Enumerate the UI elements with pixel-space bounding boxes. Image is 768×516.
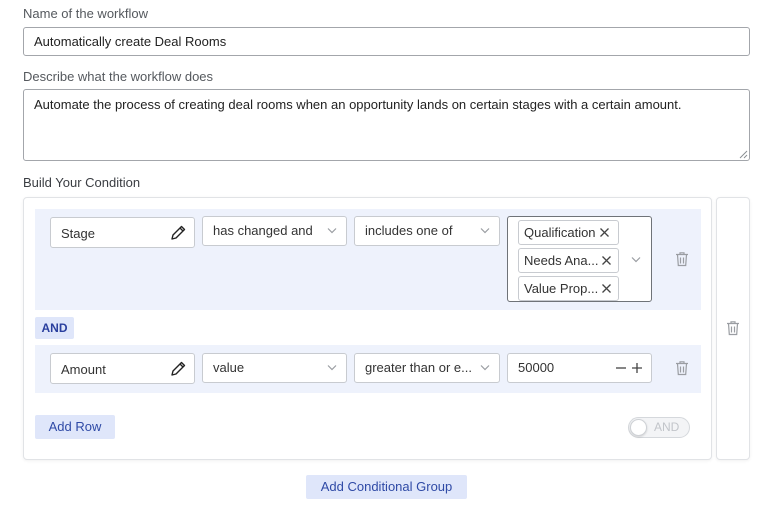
operator-select[interactable]: includes one of xyxy=(354,216,500,246)
value-tag: Value Prop... xyxy=(518,276,619,301)
add-conditional-group-button[interactable]: Add Conditional Group xyxy=(306,475,467,499)
add-row-button[interactable]: Add Row xyxy=(35,415,115,439)
chevron-down-icon xyxy=(327,365,337,371)
plus-icon[interactable] xyxy=(631,362,643,374)
toggle-label: AND xyxy=(654,420,680,434)
operator-value: includes one of xyxy=(365,223,453,238)
pencil-icon[interactable] xyxy=(170,361,186,377)
operator-value: greater than or e... xyxy=(365,360,472,375)
chevron-down-icon xyxy=(480,365,490,371)
delete-group-icon[interactable] xyxy=(726,320,740,336)
resize-handle-icon[interactable] xyxy=(739,150,748,159)
workflow-description-input[interactable]: Automate the process of creating deal ro… xyxy=(23,89,750,161)
condition-heading: Build Your Condition xyxy=(23,175,141,190)
value-tag: Qualification xyxy=(518,220,619,245)
chevron-down-icon xyxy=(480,228,490,234)
close-icon[interactable] xyxy=(599,227,610,238)
value-tag: Needs Ana... xyxy=(518,248,619,273)
change-type-select[interactable]: has changed and xyxy=(202,216,347,246)
minus-icon[interactable] xyxy=(615,362,627,374)
condition-field-stage[interactable]: Stage xyxy=(50,217,195,248)
logic-toggle[interactable]: AND xyxy=(628,417,690,438)
delete-row-icon[interactable] xyxy=(675,251,689,267)
delete-row-icon[interactable] xyxy=(675,360,689,376)
close-icon[interactable] xyxy=(601,283,612,294)
value-tag-label: Needs Ana... xyxy=(524,253,599,268)
change-type-select[interactable]: value xyxy=(202,353,347,383)
and-connector-badge: AND xyxy=(35,317,74,339)
workflow-description-label: Describe what the workflow does xyxy=(23,69,214,84)
values-multiselect[interactable]: Qualification Needs Ana... Value Prop... xyxy=(507,216,652,302)
workflow-name-input[interactable] xyxy=(23,27,750,56)
amount-number-input[interactable]: 50000 xyxy=(507,353,652,383)
condition-field-amount[interactable]: Amount xyxy=(50,353,195,384)
chevron-down-icon[interactable] xyxy=(631,256,641,263)
value-tag-label: Qualification xyxy=(524,225,596,240)
chevron-down-icon xyxy=(327,228,337,234)
pencil-icon[interactable] xyxy=(170,225,186,241)
toggle-knob xyxy=(630,419,647,436)
workflow-name-label: Name of the workflow xyxy=(23,6,148,21)
operator-select[interactable]: greater than or e... xyxy=(354,353,500,383)
close-icon[interactable] xyxy=(601,255,612,266)
value-tag-label: Value Prop... xyxy=(524,281,599,296)
